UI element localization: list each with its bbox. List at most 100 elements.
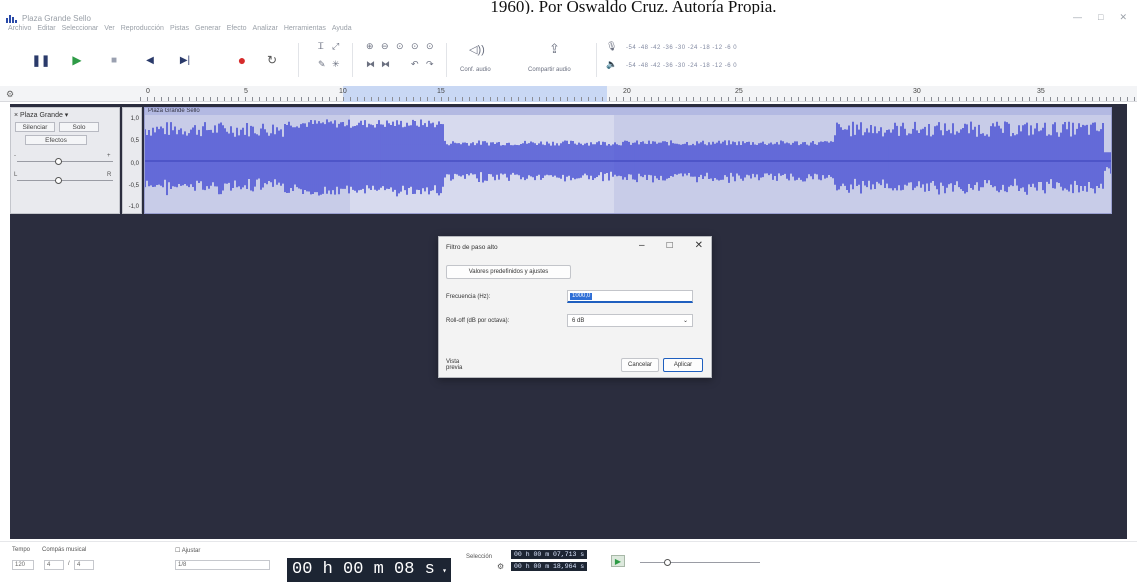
share-audio-icon[interactable]: ⇪ [549,41,560,57]
speaker-icon: 🔈 [606,59,618,69]
maximize-button[interactable]: □ [1098,12,1103,23]
select-tool-icon[interactable]: Ꮖ [318,41,324,52]
close-window-button[interactable]: ✕ [1119,12,1127,23]
menu-efecto[interactable]: Efecto [227,25,247,36]
envelope-tool-icon[interactable]: ⤢ [332,41,339,52]
scale-label: 0,0 [130,161,139,167]
selection-end[interactable]: 00 h 00 m 18,964 s [511,562,588,571]
gear-icon[interactable]: ⚙ [6,89,14,100]
clip-name[interactable]: Plaza Grande Sello [145,108,1111,115]
minimize-button[interactable]: — [1073,12,1082,23]
selection-start[interactable]: 00 h 00 m 07,713 s [511,550,588,559]
frequency-input[interactable]: 1000,0 [567,290,693,303]
vertical-scale[interactable]: 1,0 0,5 0,0 -0,5 -1,0 [122,107,142,214]
preview-button[interactable]: Vista previa [446,358,476,372]
multi-tool-icon[interactable]: ✳ [332,59,340,70]
fit-project-icon[interactable]: ⊙ [411,41,419,52]
tempo-input[interactable]: 120 [12,560,34,570]
chevron-down-icon: ⌄ [682,318,688,324]
audio-setup-icon[interactable]: ◁)) [469,43,485,56]
snap-select[interactable]: 1/8 [175,560,270,570]
record-meter[interactable]: -54 -48 -42 -36 -30 -24 -18 -12 -6 0 [626,45,737,51]
loop-icon[interactable]: ↻ [261,48,283,72]
audacity-logo-icon [6,14,18,23]
rolloff-select[interactable]: 6 dB ⌄ [567,314,693,327]
snap-checkbox[interactable]: ☐ Ajustar [175,547,200,554]
ruler-mark: 30 [913,88,921,95]
scale-label: 0,5 [130,138,139,144]
skip-start-icon[interactable]: ◀ [139,48,161,72]
menu-analizar[interactable]: Analizar [253,25,278,36]
playback-speed-slider[interactable] [640,559,760,566]
dialog-maximize-button[interactable]: □ [667,240,673,251]
audio-setup-button[interactable]: Conf. audio [460,67,491,73]
scale-label: -0,5 [128,183,139,189]
rolloff-label: Roll-off (dB por octava): [446,318,510,324]
timeline-ruler[interactable]: ⚙ 0 5 10 15 20 25 30 35 [0,86,1137,102]
undo-icon[interactable]: ↶ [411,59,419,70]
menu-herramientas[interactable]: Herramientas [284,25,326,36]
dialog-close-button[interactable]: ✕ [695,240,703,251]
effects-button[interactable]: Efectos [25,135,87,145]
fit-selection-icon[interactable]: ⊙ [396,41,404,52]
menu-ver[interactable]: Ver [104,25,115,36]
window-title: Plaza Grande Sello [22,14,91,23]
menu-editar[interactable]: Editar [37,25,55,36]
time-signature-label: Compás musical [42,547,87,553]
presets-button[interactable]: Valores predefinidos y ajustes [446,265,571,279]
pan-knob[interactable] [55,177,62,184]
chevron-down-icon: ▾ [442,567,447,576]
playback-meter[interactable]: -54 -48 -42 -36 -30 -24 -18 -12 -6 0 [626,63,737,69]
mute-button[interactable]: Silenciar [15,122,55,132]
selection-label: Selección [466,554,493,560]
zoom-in-icon[interactable]: ⊕ [366,41,374,52]
draw-tool-icon[interactable]: ✎ [318,59,326,70]
menu-seleccionar[interactable]: Seleccionar [62,25,99,36]
scale-label: 1,0 [130,116,139,122]
play-icon[interactable]: ▶ [66,48,88,72]
speed-knob[interactable] [664,559,671,566]
share-audio-button[interactable]: Compartir audio [528,67,571,73]
menu-generar[interactable]: Generar [195,25,221,36]
high-pass-filter-dialog: Filtro de paso alto – □ ✕ Valores predef… [438,236,712,378]
gear-icon[interactable]: ⚙ [497,562,504,571]
selection-toolbar: Tempo 120 Compás musical 4 / 4 ☐ Ajustar… [0,541,1137,585]
time-signature-denominator[interactable]: 4 [74,560,94,570]
menu-reproduccion[interactable]: Reproducción [121,25,164,36]
time-signature-numerator[interactable]: 4 [44,560,64,570]
skip-end-icon[interactable]: ▶| [174,48,196,72]
waveform[interactable] [145,115,1112,214]
ruler-ticks [140,97,1137,101]
pan-slider[interactable] [17,177,113,184]
title-bar: Plaza Grande Sello — □ ✕ [0,12,1137,25]
gain-slider[interactable] [17,158,113,165]
ruler-mark: 15 [437,88,445,95]
solo-button[interactable]: Solo [59,122,99,132]
dialog-minimize-button[interactable]: – [639,240,645,251]
silence-icon[interactable]: ⧓ [381,59,390,70]
time-display[interactable]: 00 h 00 m 08 s ▾ [287,558,451,582]
apply-button[interactable]: Aplicar [663,358,703,372]
menu-pistas[interactable]: Pistas [170,25,189,36]
ruler-mark: 35 [1037,88,1045,95]
track-control-panel[interactable]: × Plaza Grande ▾ Silenciar Solo Efectos … [10,107,120,214]
trim-icon[interactable]: ⧓ [366,59,375,70]
tempo-label: Tempo [12,547,31,553]
zoom-toggle-icon[interactable]: ⊙ [426,41,434,52]
redo-icon[interactable]: ↷ [426,59,434,70]
play-icon: ▶ [614,556,622,566]
pause-icon[interactable]: ❚❚ [30,48,52,72]
zoom-out-icon[interactable]: ⊖ [381,41,389,52]
menu-ayuda[interactable]: Ayuda [332,25,352,36]
track-name[interactable]: × Plaza Grande ▾ [14,111,68,119]
stop-icon[interactable]: ■ [103,48,125,72]
audio-clip[interactable]: Plaza Grande Sello [144,107,1112,214]
ruler-mark: 20 [623,88,631,95]
menu-archivo[interactable]: Archivo [8,25,31,36]
play-at-speed-button[interactable]: ▶ [611,555,625,567]
cancel-button[interactable]: Cancelar [621,358,659,372]
microphone-icon: 🎙 [606,41,618,51]
gain-knob[interactable] [55,158,62,165]
record-icon[interactable]: ● [231,48,253,72]
ruler-mark: 10 [339,88,347,95]
